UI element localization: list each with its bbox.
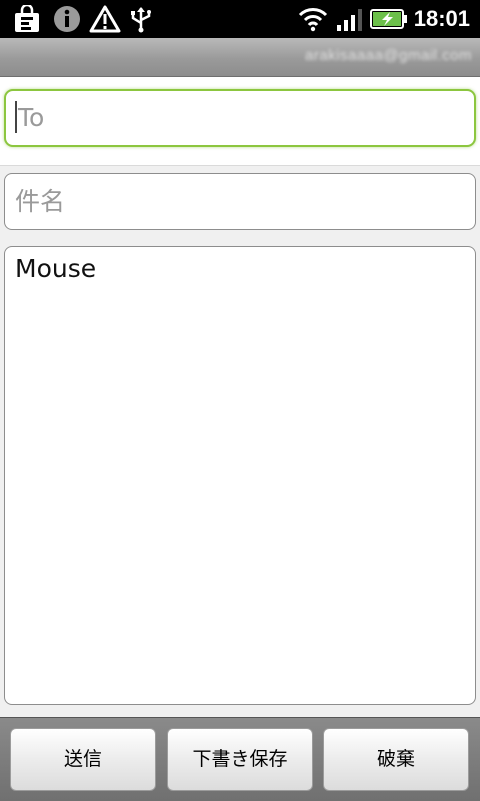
save-draft-button[interactable]: 下書き保存: [167, 728, 313, 791]
discard-button[interactable]: 破棄: [323, 728, 469, 791]
text-cursor: [15, 101, 17, 133]
to-placeholder: To: [18, 103, 45, 132]
shopping-bag-icon: [12, 5, 42, 33]
send-button[interactable]: 送信: [10, 728, 156, 791]
account-email: arakisaaaa@gmail.com: [305, 47, 472, 64]
subject-placeholder: 件名: [15, 187, 66, 216]
wifi-icon: [297, 5, 329, 33]
status-time: 18:01: [413, 6, 470, 31]
compose-form: To 件名 Mouse: [0, 77, 480, 717]
body-text: Mouse: [15, 254, 97, 283]
info-icon: [52, 5, 82, 33]
body-field[interactable]: Mouse: [4, 246, 476, 705]
account-bar: arakisaaaa@gmail.com: [0, 38, 480, 77]
button-bar: 送信 下書き保存 破棄: [0, 717, 480, 801]
battery-charging-icon: [370, 5, 408, 33]
status-bar: 18:01: [0, 0, 480, 38]
to-section: To: [0, 77, 480, 166]
to-field[interactable]: To: [4, 89, 476, 147]
usb-icon: [128, 5, 154, 33]
subject-field[interactable]: 件名: [4, 173, 476, 230]
warning-icon: [89, 5, 121, 33]
signal-icon: [335, 5, 365, 33]
